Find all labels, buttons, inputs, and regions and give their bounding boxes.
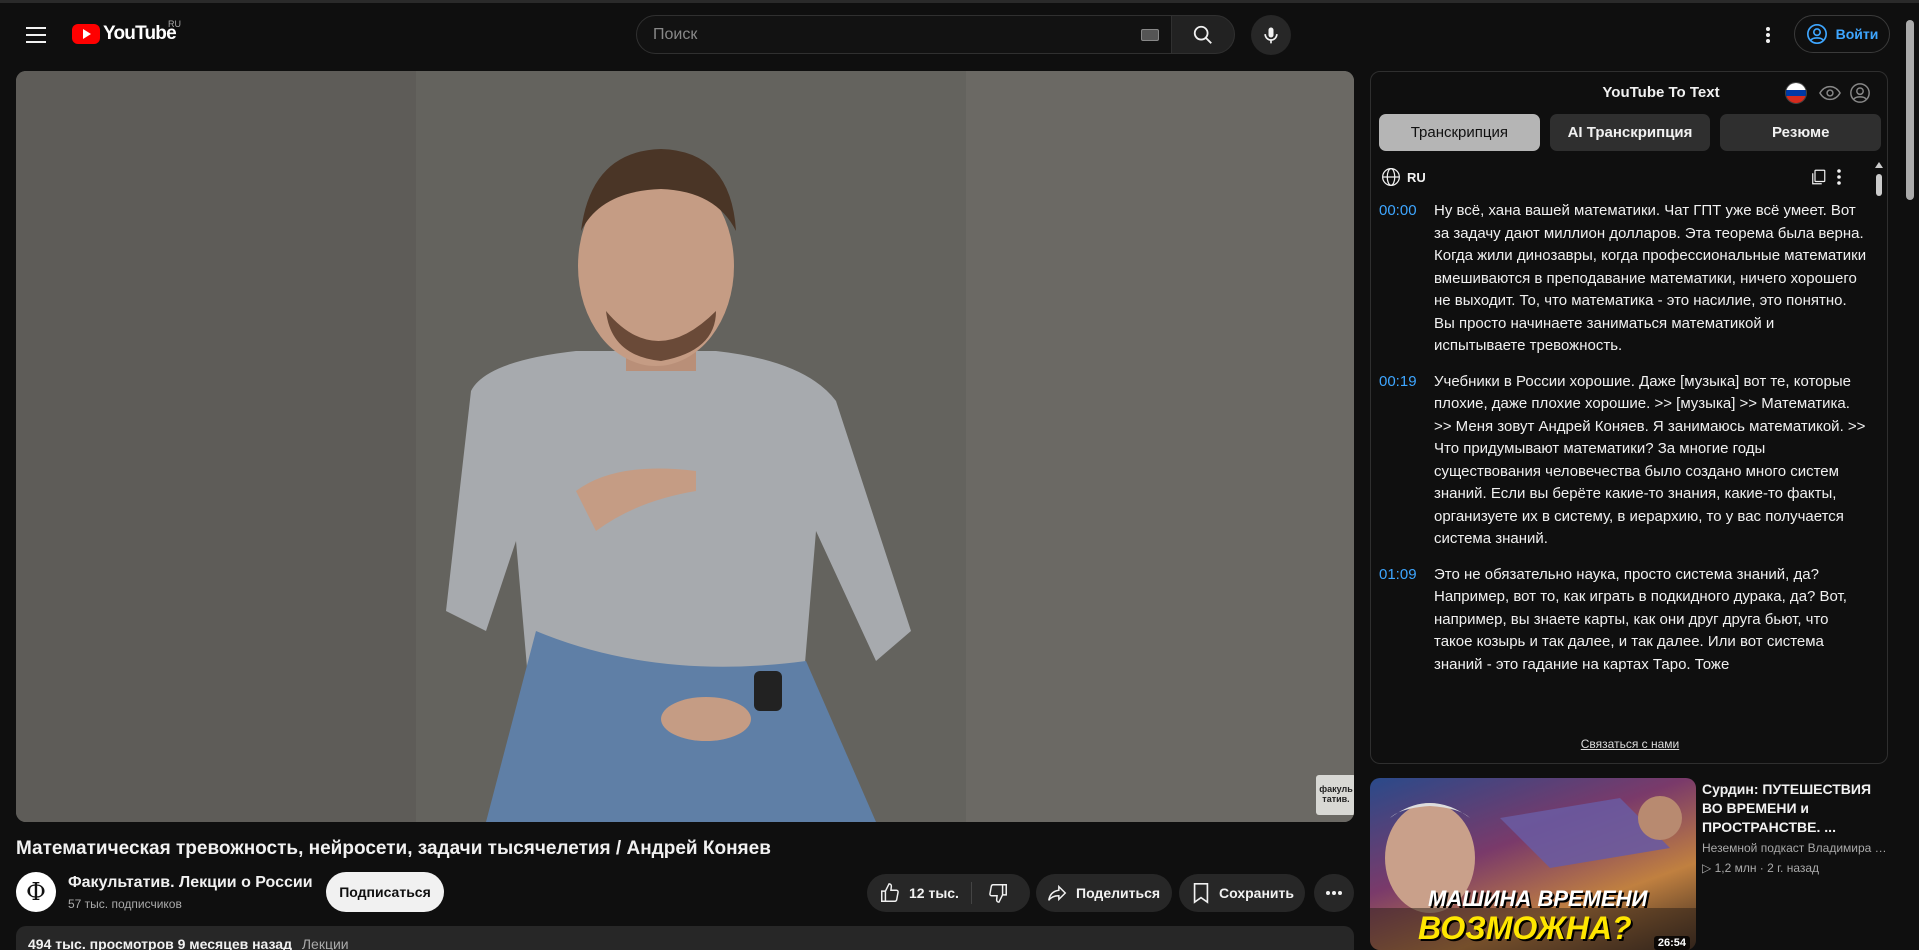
transcript-segments: 00:00 Ну всё, хана вашей математики. Чат…: [1379, 200, 1869, 736]
scroll-up-arrow-icon[interactable]: [1875, 162, 1883, 168]
russian-flag-icon[interactable]: [1785, 82, 1807, 104]
subscribe-button[interactable]: Подписаться: [326, 872, 444, 912]
transcript-panel: YouTube To Text Транскрипция AI Транскри…: [1370, 71, 1888, 764]
language-selector[interactable]: RU: [1381, 167, 1426, 187]
channel-avatar[interactable]: Ф: [16, 872, 56, 912]
bookmark-icon: [1193, 883, 1209, 904]
more-vertical-icon[interactable]: [1836, 168, 1842, 186]
microphone-icon: [1264, 27, 1278, 44]
transcript-scrollbar[interactable]: [1873, 162, 1885, 730]
more-vertical-icon: [1766, 27, 1770, 43]
description-tag[interactable]: Лекции: [302, 936, 349, 950]
signin-button[interactable]: Войти: [1794, 15, 1890, 53]
voice-search-button[interactable]: [1251, 15, 1291, 55]
like-count: 12 тыс.: [909, 885, 959, 901]
signin-label: Войти: [1835, 26, 1879, 42]
segment-timestamp[interactable]: 00:00: [1379, 200, 1434, 358]
video-frame: [16, 71, 1354, 822]
recommended-stats: 1,2 млн · 2 г. назад: [1714, 861, 1820, 875]
like-button[interactable]: 12 тыс.: [879, 882, 959, 904]
search-box: [636, 15, 1172, 54]
search-input[interactable]: [653, 25, 1123, 44]
youtube-play-icon: [72, 24, 100, 44]
dislike-button[interactable]: [987, 882, 1009, 907]
account-icon: [1806, 24, 1827, 44]
segment-text: Ну всё, хана вашей математики. Чат ГПТ у…: [1434, 202, 1867, 354]
globe-icon: [1382, 168, 1400, 186]
transcript-segment: 00:19 Учебники в России хорошие. Даже [м…: [1379, 371, 1869, 551]
tab-summary[interactable]: Резюме: [1720, 114, 1882, 151]
share-label: Поделиться: [1076, 885, 1161, 901]
recommended-meta: ▷ 1,2 млн · 2 г. назад: [1702, 861, 1819, 875]
view-stats: 494 тыс. просмотров 9 месяцев назад: [28, 936, 292, 950]
logo-region: RU: [168, 19, 181, 29]
share-icon: [1048, 884, 1067, 902]
menu-icon[interactable]: [20, 19, 52, 51]
thumbnail-text-line1: МАШИНА ВРЕМЕНИ: [1428, 886, 1648, 911]
user-circle-icon[interactable]: [1849, 82, 1871, 104]
eye-icon[interactable]: [1819, 84, 1841, 102]
logo-text: YouTube: [103, 23, 177, 44]
channel-name[interactable]: Факультатив. Лекции о России: [68, 874, 313, 892]
video-title: Математическая тревожность, нейросети, з…: [16, 838, 771, 859]
more-horizontal-icon: [1326, 891, 1342, 895]
page-scrollbar[interactable]: [1906, 20, 1914, 200]
description-box[interactable]: 494 тыс. просмотров 9 месяцев назад Лекц…: [16, 926, 1354, 950]
settings-more-button[interactable]: [1752, 19, 1784, 51]
scroll-thumb[interactable]: [1876, 174, 1882, 196]
save-button[interactable]: Сохранить: [1179, 874, 1305, 912]
language-code: RU: [1407, 169, 1426, 185]
transcript-segment: 00:00 Ну всё, хана вашей математики. Чат…: [1379, 200, 1869, 358]
more-actions-button[interactable]: [1314, 874, 1354, 912]
channel-watermark[interactable]: факуль тaтив.: [1316, 775, 1354, 815]
channel-subscribers: 57 тыс. подписчиков: [68, 897, 182, 911]
thumbs-up-icon: [881, 883, 899, 902]
segment-timestamp[interactable]: 00:19: [1379, 371, 1434, 551]
segment-timestamp[interactable]: 01:09: [1379, 564, 1434, 677]
thumbs-down-icon: [989, 884, 1007, 903]
save-label: Сохранить: [1219, 885, 1294, 901]
search-icon: [1193, 25, 1212, 44]
tab-ai-transcript[interactable]: AI Транскрипция: [1549, 114, 1711, 151]
video-duration: 26:54: [1653, 936, 1690, 950]
views-play-icon: ▷: [1702, 861, 1715, 875]
search-button[interactable]: [1171, 15, 1235, 54]
contact-link[interactable]: Связаться с нами: [1371, 737, 1887, 751]
youtube-logo[interactable]: YouTube RU: [72, 19, 181, 45]
like-dislike-group: 12 тыс.: [867, 874, 1030, 912]
video-player[interactable]: факуль тaтив.: [16, 71, 1354, 822]
panel-tabs: Транскрипция AI Транскрипция Резюме: [1379, 114, 1882, 151]
thumbnail-text-line2: ВОЗМОЖНА?: [1418, 910, 1632, 946]
recommended-thumbnail[interactable]: МАШИНА ВРЕМЕНИ ВОЗМОЖНА? 26:54: [1370, 778, 1696, 950]
segment-text: Учебники в России хорошие. Даже [музыка]…: [1434, 372, 1866, 548]
recommended-channel[interactable]: Неземной подкаст Владимира Сурдина: [1702, 841, 1888, 855]
transcript-segment: 01:09 Это не обязательно наука, просто с…: [1379, 564, 1869, 677]
recommended-title[interactable]: Сурдин: ПУТЕШЕСТВИЯ ВО ВРЕМЕНИ и ПРОСТРА…: [1702, 780, 1888, 837]
tab-transcript[interactable]: Транскрипция: [1379, 114, 1540, 151]
segment-text: Это не обязательно наука, просто система…: [1434, 565, 1847, 673]
share-button[interactable]: Поделиться: [1036, 874, 1172, 912]
panel-title: YouTube To Text: [1602, 84, 1720, 101]
copy-icon[interactable]: [1809, 168, 1827, 186]
top-bar: YouTube RU Войти: [0, 0, 1919, 62]
like-divider: [971, 882, 972, 904]
keyboard-icon[interactable]: [1141, 29, 1159, 41]
recommended-video[interactable]: МАШИНА ВРЕМЕНИ ВОЗМОЖНА? 26:54 Сурдин: П…: [1370, 778, 1888, 950]
